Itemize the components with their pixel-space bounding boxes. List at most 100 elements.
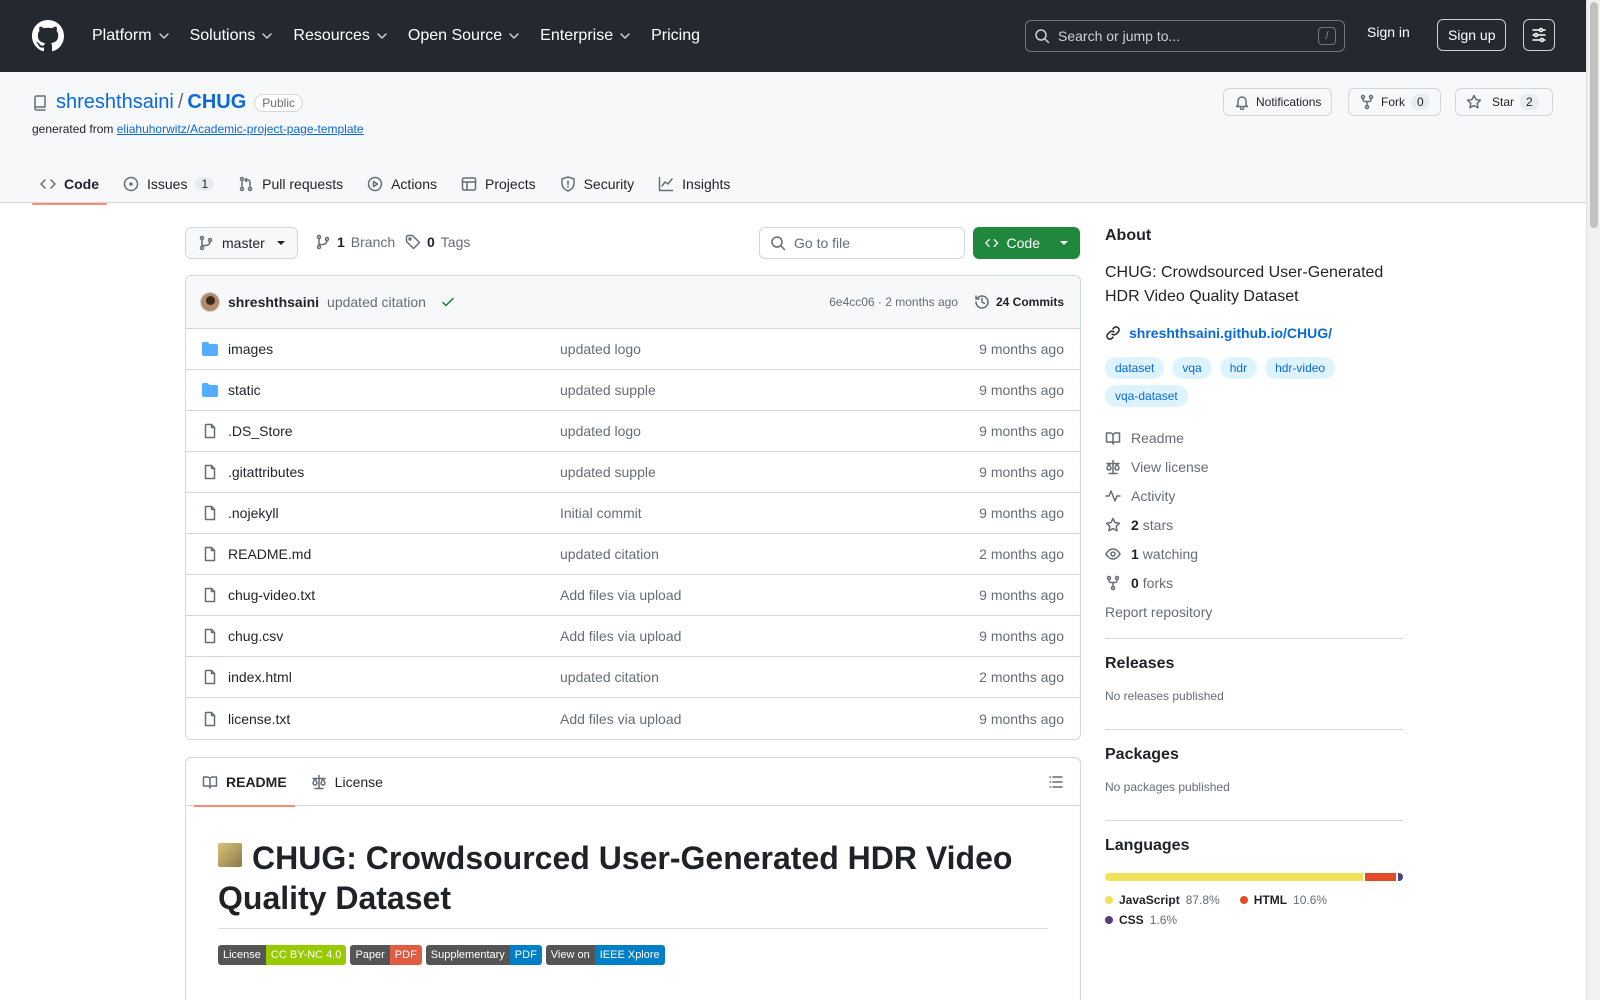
about-link-watching[interactable]: 1 watching: [1105, 539, 1403, 568]
file-name-link[interactable]: license.txt: [228, 711, 560, 727]
about-link-count: 1: [1131, 545, 1139, 562]
readme-badge[interactable]: License CC BY-NC 4.0: [218, 945, 347, 965]
file-commit-message[interactable]: updated logo: [560, 341, 979, 357]
commit-message-link[interactable]: updated citation: [327, 294, 426, 310]
file-row[interactable]: .gitattributes updated supple 9 months ago: [186, 452, 1080, 493]
topic-tag[interactable]: hdr: [1219, 357, 1258, 379]
file-row[interactable]: static updated supple 9 months ago: [186, 370, 1080, 411]
tab-insights[interactable]: Insights: [650, 164, 738, 204]
about-link-forks[interactable]: 0 forks: [1105, 568, 1403, 597]
file-name-link[interactable]: static: [228, 382, 560, 398]
tab-projects[interactable]: Projects: [453, 164, 544, 204]
file-row[interactable]: chug.csv Add files via upload 9 months ago: [186, 616, 1080, 657]
tab-actions[interactable]: Actions: [359, 164, 445, 204]
file-commit-message[interactable]: updated supple: [560, 464, 979, 480]
nav-platform[interactable]: Platform: [84, 18, 178, 54]
topic-tag[interactable]: hdr-video: [1265, 357, 1336, 379]
page-scrollbar[interactable]: [1586, 0, 1600, 1000]
about-link-activity[interactable]: Activity: [1105, 481, 1403, 510]
file-commit-message[interactable]: Add files via upload: [560, 587, 979, 603]
readme-badge[interactable]: View on IEEE Xplore: [545, 945, 665, 965]
file-commit-message[interactable]: Add files via upload: [560, 711, 979, 727]
nav-solutions[interactable]: Solutions: [182, 18, 282, 54]
tab-code[interactable]: Code: [32, 164, 107, 205]
generated-prefix: generated from: [32, 122, 114, 136]
file-row[interactable]: chug-video.txt Add files via upload 9 mont…: [186, 575, 1080, 616]
file-row[interactable]: license.txt Add files via upload 9 months …: [186, 698, 1080, 739]
table-of-contents-icon[interactable]: [1048, 774, 1064, 790]
language-item[interactable]: HTML 10.6%: [1239, 893, 1327, 907]
nav-resources[interactable]: Resources: [285, 18, 395, 54]
file-commit-message[interactable]: updated supple: [560, 382, 979, 398]
file-name-link[interactable]: .nojekyll: [228, 505, 560, 521]
releases-heading[interactable]: Releases: [1105, 655, 1403, 673]
sign-up-button[interactable]: Sign up: [1437, 19, 1507, 51]
file-name-link[interactable]: chug-video.txt: [228, 587, 560, 603]
go-to-file-input[interactable]: Go to file: [759, 227, 965, 259]
about-title: About: [1105, 227, 1152, 244]
command-palette-button[interactable]: [1523, 19, 1555, 51]
commit-hash-time[interactable]: 6e4cc06 · 2 months ago: [829, 295, 958, 309]
template-link[interactable]: eliahuhorwitz/Academic-project-page-temp…: [117, 122, 364, 136]
homepage-link[interactable]: shreshthsaini.github.io/CHUG/: [1105, 325, 1403, 341]
file-name-link[interactable]: README.md: [228, 546, 560, 562]
file-commit-message[interactable]: updated logo: [560, 423, 979, 439]
tab-label: README: [226, 773, 287, 790]
check-icon[interactable]: [440, 294, 456, 310]
nav-enterprise[interactable]: Enterprise: [532, 18, 639, 54]
branch-select-button[interactable]: master: [185, 227, 298, 259]
file-row[interactable]: index.html updated citation 2 months ago: [186, 657, 1080, 698]
commits-history-link[interactable]: 24 Commits: [974, 294, 1064, 310]
report-repository-link[interactable]: Report repository: [1105, 597, 1403, 626]
file-commit-message[interactable]: Initial commit: [560, 505, 979, 521]
repo-name-link[interactable]: CHUG: [187, 91, 246, 114]
fork-button[interactable]: Fork 0: [1348, 88, 1441, 116]
commit-author-link[interactable]: shreshthsaini: [228, 294, 319, 310]
about-link-readme[interactable]: Readme: [1105, 423, 1403, 452]
star-button[interactable]: Star 2: [1455, 88, 1553, 116]
avatar[interactable]: [200, 292, 220, 312]
tab-license[interactable]: License: [303, 758, 391, 806]
file-name-link[interactable]: chug.csv: [228, 628, 560, 644]
sign-in-link[interactable]: Sign in: [1367, 24, 1410, 40]
notifications-button[interactable]: Notifications: [1223, 88, 1333, 116]
file-row[interactable]: .DS_Store updated logo 9 months ago: [186, 411, 1080, 452]
topic-tag[interactable]: vqa: [1172, 357, 1212, 379]
topic-tag[interactable]: vqa-dataset: [1105, 385, 1188, 407]
file-commit-message[interactable]: updated citation: [560, 546, 979, 562]
about-link-count: 2: [1131, 516, 1139, 533]
scrollbar-thumb[interactable]: [1590, 2, 1598, 228]
nav-pricing[interactable]: Pricing: [643, 18, 708, 54]
file-commit-message[interactable]: updated citation: [560, 669, 979, 685]
file-name-link[interactable]: images: [228, 341, 560, 357]
file-name-link[interactable]: .DS_Store: [228, 423, 560, 439]
search-input[interactable]: Search or jump to... /: [1025, 20, 1345, 52]
tab-issues[interactable]: Issues 1: [115, 164, 222, 204]
about-link-stars[interactable]: 2 stars: [1105, 510, 1403, 539]
file-icon: [204, 669, 216, 685]
code-icon: [40, 179, 56, 189]
file-row[interactable]: .nojekyll Initial commit 9 months ago: [186, 493, 1080, 534]
about-link-view-license[interactable]: View license: [1105, 452, 1403, 481]
repo-owner-link[interactable]: shreshthsaini: [56, 91, 174, 114]
code-dropdown-button[interactable]: Code: [973, 227, 1080, 259]
readme-badge[interactable]: Supplementary PDF: [425, 945, 542, 965]
file-row[interactable]: README.md updated citation 2 months ago: [186, 534, 1080, 575]
tab-security[interactable]: Security: [552, 164, 643, 204]
github-logo-icon[interactable]: [32, 20, 64, 52]
packages-heading[interactable]: Packages: [1105, 746, 1403, 764]
file-row[interactable]: images updated logo 9 months ago: [186, 329, 1080, 370]
tab-readme[interactable]: README: [194, 758, 295, 807]
tags-link[interactable]: 0 Tags: [405, 234, 470, 250]
language-item[interactable]: CSS 1.6%: [1105, 913, 1177, 927]
readme-badge[interactable]: Paper PDF: [350, 945, 422, 965]
nav-open-source[interactable]: Open Source: [400, 18, 528, 54]
search-placeholder: Search or jump to...: [1058, 28, 1181, 44]
file-commit-message[interactable]: Add files via upload: [560, 628, 979, 644]
file-name-link[interactable]: index.html: [228, 669, 560, 685]
language-item[interactable]: JavaScript 87.8%: [1105, 893, 1220, 907]
topic-tag[interactable]: dataset: [1105, 357, 1165, 379]
file-name-link[interactable]: .gitattributes: [228, 464, 560, 480]
tab-pull-requests[interactable]: Pull requests: [230, 164, 351, 204]
branches-link[interactable]: 1 Branch: [315, 234, 395, 250]
